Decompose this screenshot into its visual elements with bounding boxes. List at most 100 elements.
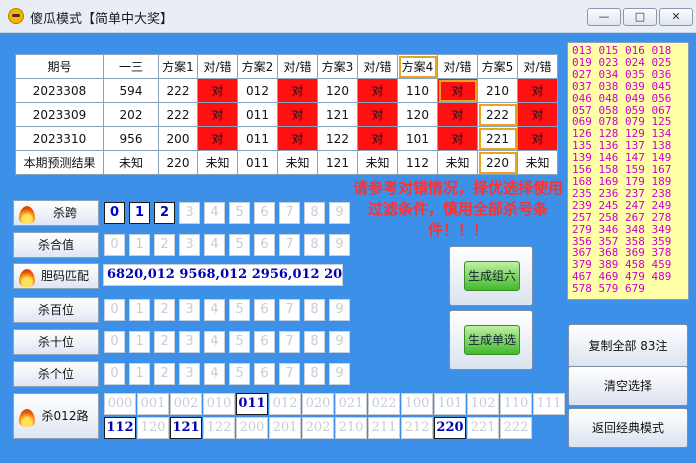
kill-012-combo[interactable]: 211 (368, 417, 400, 439)
kill-units-digit[interactable]: 3 (179, 363, 200, 385)
kill-units-digit[interactable]: 1 (129, 363, 150, 385)
kill-units-digit[interactable]: 2 (154, 363, 175, 385)
kill-span-digit[interactable]: 8 (304, 202, 325, 224)
kill-units-toggle[interactable]: 杀个位 (13, 361, 99, 387)
back-classic-button[interactable]: 返回经典模式 (568, 408, 688, 448)
kill-012-combo[interactable]: 101 (434, 393, 466, 415)
kill-sum-digit[interactable]: 7 (279, 234, 300, 256)
kill-012-combo[interactable]: 022 (368, 393, 400, 415)
result-cell: 对 (197, 102, 238, 127)
kill-012-combo[interactable]: 122 (203, 417, 235, 439)
minimize-button[interactable]: — (587, 8, 621, 26)
kill-tens-digit[interactable]: 5 (229, 331, 250, 353)
kill-012-combo[interactable]: 011 (236, 393, 268, 415)
kill-012-combo[interactable]: 202 (302, 417, 334, 439)
kill-sum-digit[interactable]: 4 (204, 234, 225, 256)
kill-012-combo[interactable]: 110 (500, 393, 532, 415)
result-cell: 对 (197, 126, 238, 151)
kill-sum-digit[interactable]: 2 (154, 234, 175, 256)
kill-span-digit[interactable]: 1 (129, 202, 150, 224)
kill-span-digit[interactable]: 9 (329, 202, 350, 224)
clear-selection-button[interactable]: 清空选择 (568, 366, 688, 406)
kill-tens-digit[interactable]: 0 (104, 331, 125, 353)
courage-match-input[interactable]: 6820,012 9568,012 2956,012 2098, (103, 264, 343, 286)
kill-units-digit[interactable]: 9 (329, 363, 350, 385)
kill-012-combo[interactable]: 002 (170, 393, 202, 415)
kill-tens-digit[interactable]: 1 (129, 331, 150, 353)
numbers-list[interactable]: 013 015 016 018 019 023 024 025 027 034 … (567, 42, 689, 300)
copy-all-button[interactable]: 复制全部 83注 (568, 324, 688, 368)
kill-sum-toggle[interactable]: 杀合值 (13, 232, 99, 258)
kill-012-combo[interactable]: 021 (335, 393, 367, 415)
kill-hundreds-digit[interactable]: 1 (129, 299, 150, 321)
maximize-button[interactable]: □ (623, 8, 657, 26)
kill-012-combo[interactable]: 120 (137, 417, 169, 439)
kill-012-combo[interactable]: 012 (269, 393, 301, 415)
kill-sum-digit[interactable]: 6 (254, 234, 275, 256)
kill-units-digit[interactable]: 8 (304, 363, 325, 385)
kill-tens-digit[interactable]: 3 (179, 331, 200, 353)
kill-sum-digit[interactable]: 8 (304, 234, 325, 256)
kill-units-digit[interactable]: 6 (254, 363, 275, 385)
kill-012-combo[interactable]: 210 (335, 417, 367, 439)
kill-012-combo[interactable]: 102 (467, 393, 499, 415)
table-cell: 未知 (197, 150, 238, 175)
kill-units-digit[interactable]: 4 (204, 363, 225, 385)
result-cell: 对 (197, 78, 238, 103)
kill-hundreds-digit[interactable]: 5 (229, 299, 250, 321)
kill-hundreds-digit[interactable]: 2 (154, 299, 175, 321)
kill-012-combo[interactable]: 201 (269, 417, 301, 439)
kill-hundreds-digit[interactable]: 4 (204, 299, 225, 321)
generate-group6-button[interactable]: 生成组六 (449, 246, 533, 306)
generate-single-button[interactable]: 生成单选 (449, 310, 533, 370)
kill-sum-digit[interactable]: 9 (329, 234, 350, 256)
courage-match-toggle[interactable]: 胆码匹配 (13, 263, 99, 289)
kill-tens-digit[interactable]: 4 (204, 331, 225, 353)
kill-tens-digit[interactable]: 2 (154, 331, 175, 353)
table-cell: 120 (397, 102, 438, 127)
kill-units-digit[interactable]: 7 (279, 363, 300, 385)
kill-tens-toggle[interactable]: 杀十位 (13, 329, 99, 355)
kill-span-digit[interactable]: 3 (179, 202, 200, 224)
header-cell: 方案1 (158, 54, 198, 79)
kill-012-combo[interactable]: 001 (137, 393, 169, 415)
kill-012-combo[interactable]: 212 (401, 417, 433, 439)
kill-tens-digit[interactable]: 7 (279, 331, 300, 353)
kill-span-digit[interactable]: 6 (254, 202, 275, 224)
kill-hundreds-toggle[interactable]: 杀百位 (13, 297, 99, 323)
kill-012-combo[interactable]: 121 (170, 417, 202, 439)
kill-hundreds-digit[interactable]: 3 (179, 299, 200, 321)
kill-012-combo[interactable]: 200 (236, 417, 268, 439)
kill-hundreds-digit[interactable]: 0 (104, 299, 125, 321)
kill-span-digit[interactable]: 7 (279, 202, 300, 224)
kill-012-combo[interactable]: 221 (467, 417, 499, 439)
kill-012-combo[interactable]: 100 (401, 393, 433, 415)
kill-012-toggle[interactable]: 杀012路 (13, 393, 99, 439)
kill-sum-digit[interactable]: 0 (104, 234, 125, 256)
kill-sum-digit[interactable]: 3 (179, 234, 200, 256)
kill-012-combo[interactable]: 000 (104, 393, 136, 415)
kill-hundreds-digit[interactable]: 8 (304, 299, 325, 321)
kill-012-combo[interactable]: 112 (104, 417, 136, 439)
kill-units-digit[interactable]: 5 (229, 363, 250, 385)
kill-span-digit[interactable]: 2 (154, 202, 175, 224)
close-button[interactable]: ✕ (659, 8, 693, 26)
kill-012-combo[interactable]: 220 (434, 417, 466, 439)
kill-tens-digit[interactable]: 6 (254, 331, 275, 353)
kill-units-digit[interactable]: 0 (104, 363, 125, 385)
kill-012-combo[interactable]: 111 (533, 393, 565, 415)
kill-012-combo[interactable]: 010 (203, 393, 235, 415)
kill-012-combo[interactable]: 222 (500, 417, 532, 439)
kill-tens-digit[interactable]: 9 (329, 331, 350, 353)
kill-sum-digit[interactable]: 1 (129, 234, 150, 256)
kill-hundreds-digit[interactable]: 6 (254, 299, 275, 321)
kill-hundreds-digit[interactable]: 7 (279, 299, 300, 321)
kill-span-digit[interactable]: 4 (204, 202, 225, 224)
kill-hundreds-digit[interactable]: 9 (329, 299, 350, 321)
kill-012-combo[interactable]: 020 (302, 393, 334, 415)
kill-span-toggle[interactable]: 杀跨 (13, 200, 99, 226)
kill-tens-digit[interactable]: 8 (304, 331, 325, 353)
kill-sum-digit[interactable]: 5 (229, 234, 250, 256)
kill-span-digit[interactable]: 0 (104, 202, 125, 224)
kill-span-digit[interactable]: 5 (229, 202, 250, 224)
